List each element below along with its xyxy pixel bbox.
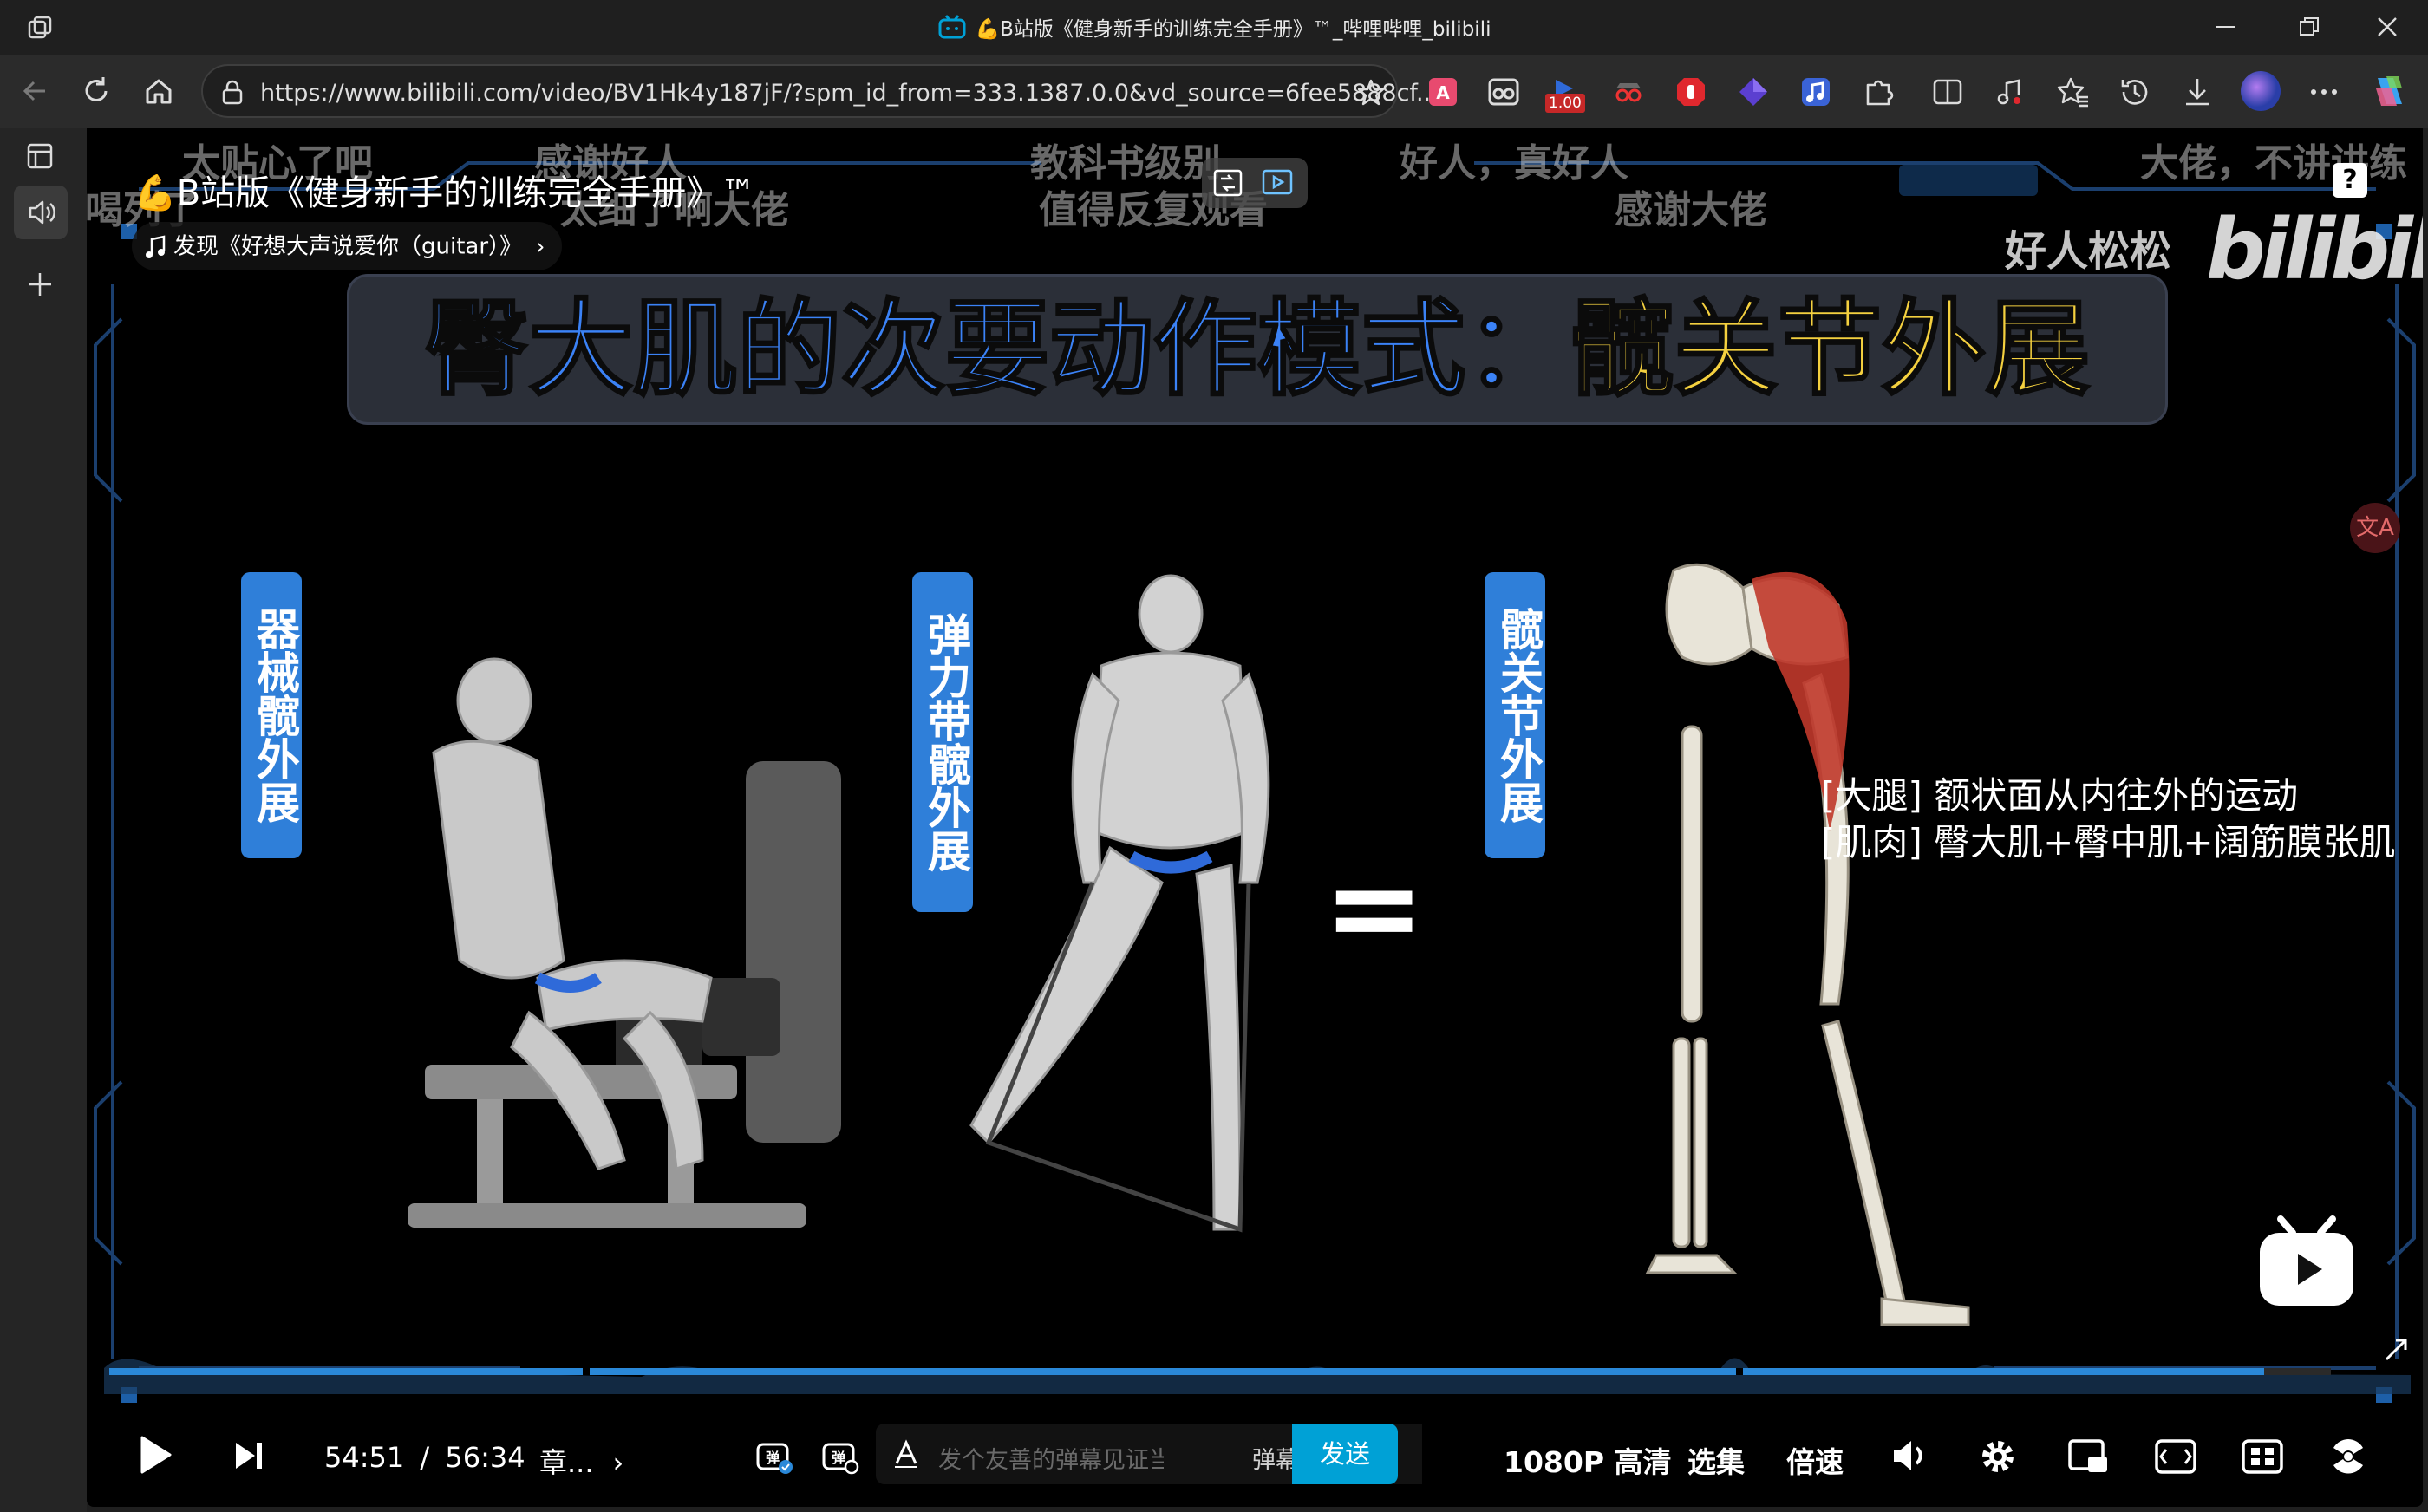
mini-player-icon[interactable] [1212, 168, 1243, 198]
favorite-star-icon[interactable] [1356, 78, 1386, 108]
music-note-icon [144, 234, 166, 260]
media-control-icon[interactable] [1993, 75, 2027, 109]
svg-text:A: A [1436, 82, 1450, 103]
spy-extension-icon[interactable] [1611, 75, 1646, 109]
chapter-gap [583, 1368, 590, 1375]
extensions-puzzle-icon[interactable] [1861, 75, 1896, 109]
label-hip-joint-abduction: 髋关节外展 [1485, 572, 1545, 858]
uploader-watermark: 好人松松 [2005, 227, 2172, 276]
translate-badge[interactable]: 文A [2350, 503, 2400, 553]
history-icon[interactable] [2118, 75, 2152, 109]
quality-selector[interactable]: 1080P 高清 [1504, 1439, 1672, 1481]
adblock-extension-icon[interactable] [1674, 75, 1708, 109]
address-bar[interactable]: https://www.bilibili.com/video/BV1Hk4y18… [201, 64, 1439, 118]
current-time: 54:51 [324, 1441, 405, 1474]
floating-controls [1202, 158, 1308, 208]
chapter-button[interactable]: 章... › [539, 1441, 623, 1481]
svg-text:弹: 弹 [766, 1450, 780, 1466]
url-text[interactable]: https://www.bilibili.com/video/BV1Hk4y18… [260, 80, 1439, 107]
cube-extension-icon[interactable] [1736, 75, 1771, 109]
episodes-button[interactable]: 选集 [1687, 1439, 1745, 1481]
note-line-thigh: [大腿] 额状面从内往外的运动 [1821, 774, 2299, 817]
equals-sign: = [1323, 837, 1426, 979]
hip-skeleton-illustration [1645, 563, 1970, 1326]
danmaku-settings-icon[interactable]: 弹 [820, 1436, 860, 1476]
speed-extension-badge: 1.00 [1545, 94, 1585, 113]
band-hip-abduction-illustration [969, 574, 1270, 1233]
chapter-gap [1736, 1368, 1743, 1375]
refresh-button[interactable] [80, 75, 113, 108]
lock-icon[interactable] [220, 80, 245, 106]
danmaku-style-icon[interactable] [891, 1439, 921, 1469]
control-bar: 54:51 / 56:34 章...› 弹 弹 发个友善的弹幕见证当下 弹幕礼仪… [87, 1403, 2423, 1507]
video-overlay-title: 💪B站版《健身新手的训练完全手册》™ [134, 173, 756, 213]
music-tag[interactable]: 发现《好想大声说爱你（guitar）》 › [132, 222, 563, 270]
chevron-right-icon: › [612, 1446, 624, 1479]
bilibili-tv-mascot-icon[interactable] [2255, 1215, 2359, 1311]
close-window-button[interactable] [2376, 16, 2399, 38]
browser-vertical-sidebar [0, 128, 87, 1512]
restore-button[interactable] [2298, 16, 2320, 38]
new-tab-button[interactable] [24, 269, 55, 300]
fullscreen-icon[interactable] [2241, 1437, 2284, 1476]
progress-track[interactable] [109, 1368, 2331, 1375]
hazard-extension-icon[interactable] [2327, 1436, 2369, 1477]
volume-icon[interactable] [1890, 1436, 1932, 1476]
reader-extension-icon[interactable] [1486, 75, 1521, 109]
video-player[interactable]: 太贴心了吧 感谢好人 教科书级别 好人，真好人 大佬，不讲讲练 喝列了 太细了啊… [87, 128, 2423, 1507]
danmaku-toggle-icon[interactable]: 弹 [754, 1436, 794, 1476]
copilot-icon[interactable] [2369, 71, 2409, 111]
active-tab-audio-icon[interactable] [14, 186, 68, 239]
machine-hip-abduction-illustration [408, 657, 841, 1228]
danmaku-input[interactable]: 发个友善的弹幕见证当下 [938, 1441, 1164, 1475]
downloads-icon[interactable] [2180, 75, 2215, 109]
favorites-icon[interactable] [2055, 75, 2090, 109]
time-display: 54:51 / 56:34 [324, 1441, 525, 1474]
headline-yellow-text: 髋关节外展 [1569, 289, 2092, 412]
send-danmaku-button[interactable]: 发送 [1292, 1424, 1398, 1484]
window-title: 💪B站版《健身新手的训练完全手册》™_哔哩哔哩_bilibili [0, 12, 2428, 42]
speed-button[interactable]: 倍速 [1786, 1439, 1844, 1481]
profile-avatar[interactable] [2239, 69, 2282, 113]
split-screen-icon[interactable] [1930, 75, 1965, 109]
svg-text:弹: 弹 [832, 1450, 845, 1466]
label-machine-hip-abduction: 器械髋外展 [241, 572, 302, 858]
widescreen-icon[interactable] [2067, 1437, 2111, 1476]
chevron-right-icon: › [536, 233, 545, 260]
help-badge[interactable]: ? [2333, 163, 2367, 198]
bilibili-logo: bilibili [2206, 201, 2423, 298]
time-separator: / [420, 1441, 430, 1474]
browser-toolbar: https://www.bilibili.com/video/BV1Hk4y18… [0, 55, 2428, 128]
progress-fill [109, 1368, 2265, 1375]
more-options-icon[interactable] [2307, 75, 2341, 109]
tab-actions-icon[interactable] [24, 140, 55, 172]
window-titlebar: 💪B站版《健身新手的训练完全手册》™_哔哩哔哩_bilibili [0, 0, 2428, 55]
web-fullscreen-icon[interactable] [2154, 1437, 2197, 1476]
picture-in-picture-icon[interactable] [1261, 168, 1296, 198]
total-time: 56:34 [445, 1441, 525, 1474]
tab-favicon-icon [937, 15, 967, 39]
minimize-button[interactable] [2216, 26, 2235, 28]
music-extension-icon[interactable] [1798, 75, 1833, 109]
next-button[interactable] [232, 1439, 265, 1472]
progress-thumb-icon[interactable] [2381, 1335, 2411, 1365]
headline-banner: 臀大肌的次要动作模式：髋关节外展 [347, 274, 2168, 425]
note-line-muscle: [肌肉] 臀大肌+臀中肌+阔筋膜张肌 [1821, 821, 2396, 864]
home-button[interactable] [142, 75, 175, 108]
translate-extension-icon[interactable]: A [1426, 75, 1460, 109]
danmaku-comment: 好人，真好人 [1400, 141, 1628, 186]
video-speed-extension-icon[interactable]: 1.00 [1545, 75, 1585, 113]
headline-blue-text: 臀大肌的次要动作模式： [424, 289, 1571, 412]
danmaku-comment: 感谢大佬 [1615, 188, 1767, 232]
back-button[interactable] [19, 75, 52, 108]
audio-waveform [104, 1358, 2411, 1394]
settings-gear-icon[interactable] [1977, 1436, 2019, 1477]
play-button[interactable] [135, 1434, 173, 1476]
